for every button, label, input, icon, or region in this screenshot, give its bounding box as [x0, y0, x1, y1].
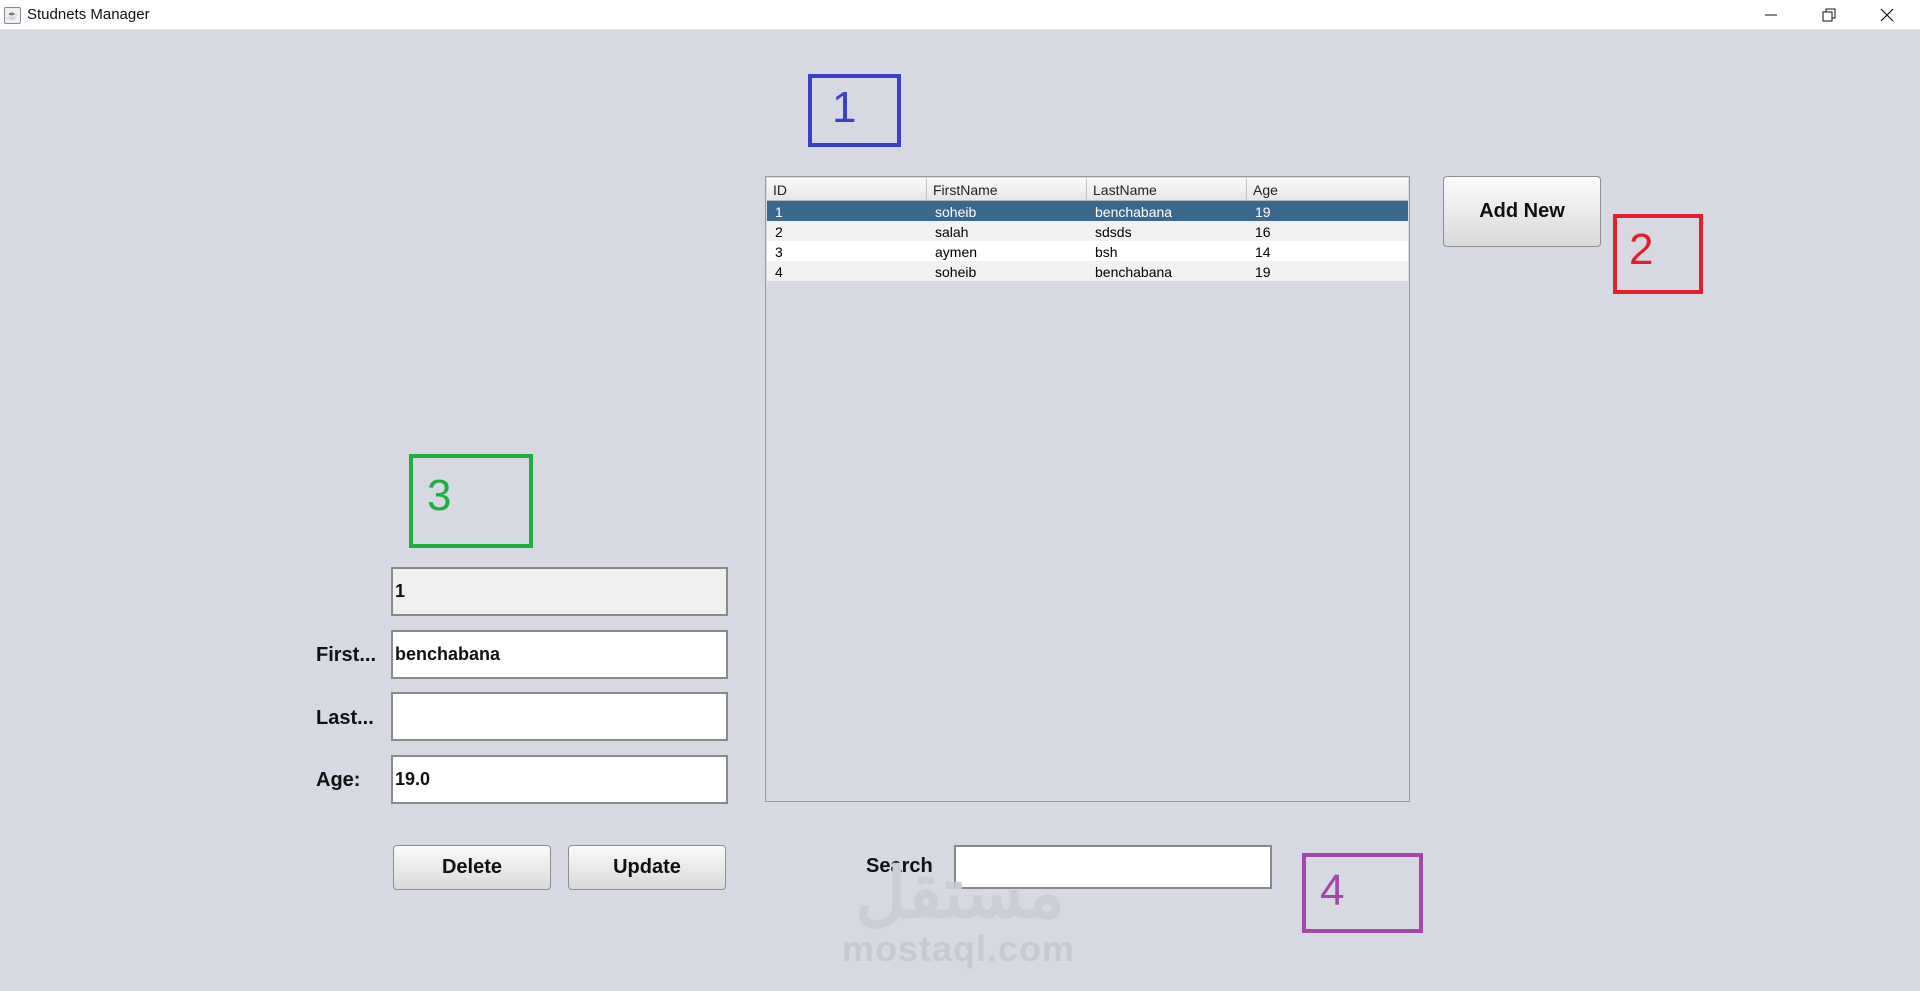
add-new-button[interactable]: Add New: [1443, 176, 1601, 247]
first-name-label: First...: [316, 644, 377, 666]
annotation-marker-3-label: 3: [427, 471, 452, 520]
column-header-lastname[interactable]: LastName: [1087, 178, 1247, 200]
table-cell: 3: [775, 244, 783, 260]
column-header-id[interactable]: ID: [767, 178, 927, 200]
table-cell: 19: [1255, 264, 1271, 280]
close-icon: [1880, 8, 1894, 21]
annotation-marker-1: 1: [808, 74, 901, 147]
table-cell: 1: [775, 204, 783, 220]
age-field[interactable]: 19.0: [391, 755, 728, 804]
watermark-text: mostaql.com: [842, 928, 1076, 969]
table-cell: sdsds: [1095, 224, 1132, 240]
title-bar: ☕ Studnets Manager: [0, 0, 1920, 30]
age-label: Age:: [316, 769, 361, 791]
column-header-age[interactable]: Age: [1247, 178, 1408, 200]
table-row[interactable]: 3 aymen bsh 14: [767, 241, 1408, 261]
last-name-field[interactable]: [391, 692, 728, 741]
watermark-logo: مستقل: [855, 854, 1065, 932]
table-cell: 2: [775, 224, 783, 240]
table-cell: 16: [1255, 224, 1271, 240]
table-cell: 14: [1255, 244, 1271, 260]
table-cell: 19: [1255, 204, 1271, 220]
restore-button[interactable]: [1800, 0, 1858, 29]
id-field[interactable]: 1: [391, 567, 728, 616]
table-row[interactable]: 2 salah sdsds 16: [767, 221, 1408, 241]
minimize-button[interactable]: [1742, 0, 1800, 29]
annotation-marker-2-label: 2: [1629, 225, 1654, 274]
table-row[interactable]: 1 soheib benchabana 19: [767, 201, 1408, 221]
table-cell: salah: [935, 224, 969, 240]
table-cell: soheib: [935, 204, 977, 220]
table-cell: 4: [775, 264, 783, 280]
last-name-label: Last...: [316, 707, 374, 729]
restore-icon: [1822, 8, 1836, 21]
window-title: Studnets Manager: [27, 6, 150, 23]
delete-button[interactable]: Delete: [393, 845, 551, 890]
first-name-field[interactable]: benchabana: [391, 630, 728, 679]
java-app-icon: ☕: [4, 7, 21, 24]
annotation-marker-1-label: 1: [832, 83, 857, 132]
annotation-marker-3: 3: [409, 454, 533, 548]
column-header-firstname[interactable]: FirstName: [927, 178, 1087, 200]
table-body: 1 soheib benchabana 19 2 salah sdsds 16 …: [767, 201, 1408, 281]
table-row[interactable]: 4 soheib benchabana 19: [767, 261, 1408, 281]
annotation-marker-4: 4: [1302, 853, 1423, 933]
close-button[interactable]: [1858, 0, 1916, 29]
annotation-marker-2: 2: [1613, 214, 1703, 294]
table-cell: aymen: [935, 244, 978, 260]
table-cell: bsh: [1095, 244, 1118, 260]
table-header: ID FirstName LastName Age: [767, 178, 1408, 201]
students-table[interactable]: ID FirstName LastName Age 1 soheib bench…: [765, 176, 1410, 802]
annotation-marker-4-label: 4: [1320, 866, 1345, 915]
update-button[interactable]: Update: [568, 845, 726, 890]
table-cell: soheib: [935, 264, 977, 280]
table-cell: benchabana: [1095, 204, 1173, 220]
minimize-icon: [1765, 14, 1777, 15]
table-cell: benchabana: [1095, 264, 1173, 280]
